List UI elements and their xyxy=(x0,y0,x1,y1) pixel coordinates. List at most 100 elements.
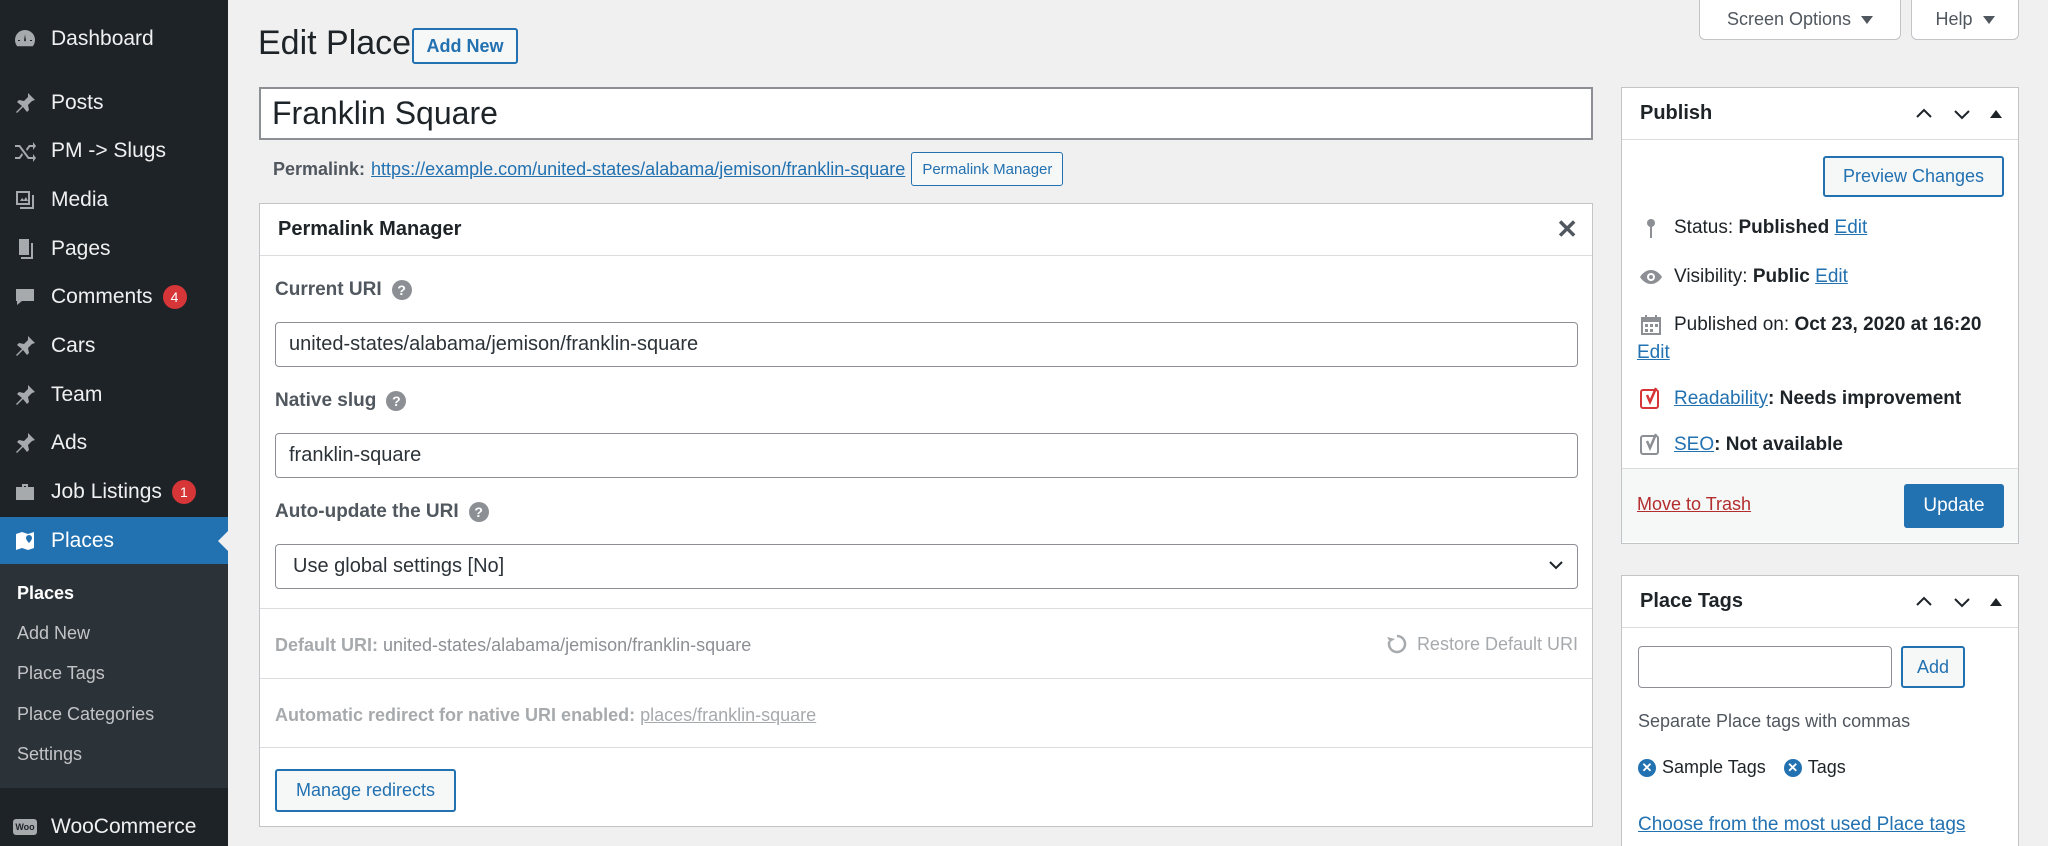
dashboard-icon xyxy=(12,26,38,52)
restore-label: Restore Default URI xyxy=(1416,633,1578,654)
page-title: Edit Place xyxy=(258,24,412,62)
current-uri-label: Current URI? xyxy=(275,279,412,301)
caret-down-icon xyxy=(1861,15,1874,24)
chevron-up-icon[interactable] xyxy=(1914,104,1934,124)
toggle-panel-icon[interactable] xyxy=(1990,598,2002,606)
submenu-item-add-new[interactable]: Add New xyxy=(17,623,90,644)
menu-item-media[interactable]: Media xyxy=(0,176,228,224)
help-label: Help xyxy=(1935,9,1973,29)
menu-item-cars[interactable]: Cars xyxy=(0,322,228,370)
submenu-item-places[interactable]: Places xyxy=(17,583,74,604)
manage-redirects-button[interactable]: Manage redirects xyxy=(275,769,456,812)
chevron-down-icon[interactable] xyxy=(1952,592,1972,612)
seo-link[interactable]: SEO xyxy=(1674,434,1714,456)
screen-options-label: Screen Options xyxy=(1726,9,1852,29)
menu-item-team[interactable]: Team xyxy=(0,371,228,419)
permalink-manager-title: Permalink Manager xyxy=(278,218,462,240)
default-uri-row: Default URI: united-states/alabama/jemis… xyxy=(275,635,751,656)
menu-item-job-listings[interactable]: Job Listings 1 xyxy=(0,468,228,516)
help-icon[interactable]: ? xyxy=(391,280,412,300)
native-slug-input[interactable]: franklin-square xyxy=(275,433,1578,478)
auto-update-label-text: Auto-update the URI xyxy=(275,501,459,522)
redirect-row: Automatic redirect for native URI enable… xyxy=(275,705,816,726)
menu-item-ads[interactable]: Ads xyxy=(0,419,228,467)
menu-label: Cars xyxy=(51,334,96,357)
remove-tag-icon[interactable]: ✕ xyxy=(1783,758,1802,777)
map-icon xyxy=(12,528,38,554)
seo-value: : Not available xyxy=(1714,434,1843,455)
comments-count-badge: 4 xyxy=(162,285,187,309)
menu-item-places[interactable]: Places xyxy=(0,517,228,565)
new-tag-input[interactable] xyxy=(1638,646,1892,688)
redirect-link[interactable]: places/franklin-square xyxy=(640,705,816,725)
pin-icon xyxy=(12,333,38,359)
publish-actions: Move to Trash Update xyxy=(1622,468,2018,542)
screen-options-button[interactable]: Screen Options xyxy=(1699,0,1901,40)
redirect-label: Automatic redirect for native URI enable… xyxy=(275,705,636,725)
menu-item-dashboard[interactable]: Dashboard xyxy=(0,15,228,63)
auto-update-label: Auto-update the URI? xyxy=(275,501,489,523)
menu-item-comments[interactable]: Comments 4 xyxy=(0,273,228,321)
post-title-input[interactable]: Franklin Square xyxy=(259,87,1593,140)
visibility-value: Public xyxy=(1752,266,1810,287)
visibility-row: Visibility: Public Edit xyxy=(1638,264,1848,290)
update-button[interactable]: Update xyxy=(1904,484,2004,528)
submenu-item-place-tags[interactable]: Place Tags xyxy=(17,663,105,684)
permalink-manager-button[interactable]: Permalink Manager xyxy=(911,152,1064,186)
pin-icon xyxy=(12,382,38,408)
publish-title: Publish xyxy=(1640,102,1713,124)
readability-link[interactable]: Readability xyxy=(1674,388,1768,410)
chevron-down-icon[interactable] xyxy=(1952,104,1972,124)
divider xyxy=(260,747,1592,748)
permalink-url-link[interactable]: https://example.com/united-states/alabam… xyxy=(371,159,905,180)
shuffle-icon xyxy=(12,138,38,164)
preview-changes-button[interactable]: Preview Changes xyxy=(1823,156,2004,197)
box-controls xyxy=(1914,104,2002,124)
help-icon[interactable]: ? xyxy=(386,391,407,411)
restore-default-uri-button[interactable]: Restore Default URI xyxy=(1385,632,1578,656)
eye-icon xyxy=(1638,264,1664,290)
menu-item-pages[interactable]: Pages xyxy=(0,225,228,273)
status-edit-link[interactable]: Edit xyxy=(1835,217,1868,239)
submenu-item-settings[interactable]: Settings xyxy=(17,744,82,765)
chevron-up-icon[interactable] xyxy=(1914,592,1934,612)
divider xyxy=(260,678,1592,679)
menu-label: Media xyxy=(51,188,109,211)
job-listings-count-badge: 1 xyxy=(171,480,196,504)
pin-icon xyxy=(1638,215,1664,241)
help-button[interactable]: Help xyxy=(1911,0,2019,40)
tag-label: Tags xyxy=(1807,757,1846,777)
menu-label: Places xyxy=(51,529,115,552)
current-uri-input[interactable]: united-states/alabama/jemison/franklin-s… xyxy=(275,322,1578,367)
submenu-item-place-categories[interactable]: Place Categories xyxy=(17,704,154,725)
toggle-panel-icon[interactable] xyxy=(1990,110,2002,118)
add-tag-button[interactable]: Add xyxy=(1901,646,1965,688)
native-slug-label-text: Native slug xyxy=(275,390,377,411)
readability-value: : Needs improvement xyxy=(1768,388,1962,409)
move-to-trash-link[interactable]: Move to Trash xyxy=(1637,494,1751,515)
published-on-row: Published on: Oct 23, 2020 at 16:20 xyxy=(1638,312,1981,338)
publish-header: Publish xyxy=(1622,88,2018,140)
pages-icon xyxy=(12,236,38,262)
current-uri-label-text: Current URI xyxy=(275,279,382,300)
published-edit-link[interactable]: Edit xyxy=(1637,342,1670,364)
menu-item-woocommerce[interactable]: Woo WooCommerce xyxy=(0,803,228,846)
places-submenu: Places Add New Place Tags Place Categori… xyxy=(0,564,228,788)
visibility-edit-link[interactable]: Edit xyxy=(1815,266,1848,288)
auto-update-select[interactable]: Use global settings [No] xyxy=(275,544,1578,589)
published-label: Published on: xyxy=(1674,314,1790,335)
visibility-label: Visibility: xyxy=(1674,266,1748,287)
choose-most-used-tags-link[interactable]: Choose from the most used Place tags xyxy=(1638,814,1965,836)
menu-item-posts[interactable]: Posts xyxy=(0,79,228,127)
place-tags-title: Place Tags xyxy=(1640,590,1744,612)
add-new-button[interactable]: Add New xyxy=(412,28,518,64)
menu-label: Dashboard xyxy=(51,27,154,50)
place-tags-header: Place Tags xyxy=(1622,576,2018,628)
menu-item-pm-slugs[interactable]: PM -> Slugs xyxy=(0,127,228,175)
native-slug-label: Native slug? xyxy=(275,390,407,412)
box-controls xyxy=(1914,592,2002,612)
close-icon[interactable]: ✕ xyxy=(1556,216,1578,242)
remove-tag-icon[interactable]: ✕ xyxy=(1638,758,1656,777)
status-label: Status: xyxy=(1674,217,1734,238)
help-icon[interactable]: ? xyxy=(468,502,489,522)
